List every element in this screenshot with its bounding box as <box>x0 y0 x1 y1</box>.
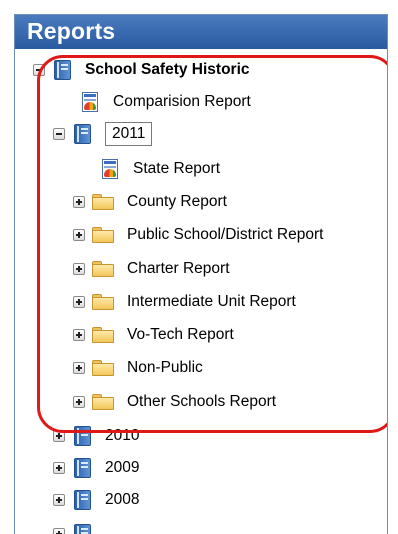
book-icon <box>71 489 93 511</box>
expand-icon[interactable] <box>53 462 65 474</box>
tree-node-2009[interactable]: 2009 <box>53 453 139 483</box>
expand-icon[interactable] <box>53 494 65 506</box>
highlight-outline <box>37 55 387 433</box>
tree-node-label: 2009 <box>105 459 140 476</box>
panel-title: Reports <box>27 18 116 44</box>
tree-node-partial[interactable] <box>53 519 105 534</box>
reports-header: Reports <box>15 15 387 49</box>
expand-icon[interactable] <box>53 528 65 534</box>
tree-node-2008[interactable]: 2008 <box>53 485 139 515</box>
reports-panel: Reports School Safety Historic Comparisi… <box>14 14 388 534</box>
book-icon <box>71 457 93 479</box>
tree-node-label: 2008 <box>105 491 140 508</box>
book-icon <box>71 523 93 534</box>
